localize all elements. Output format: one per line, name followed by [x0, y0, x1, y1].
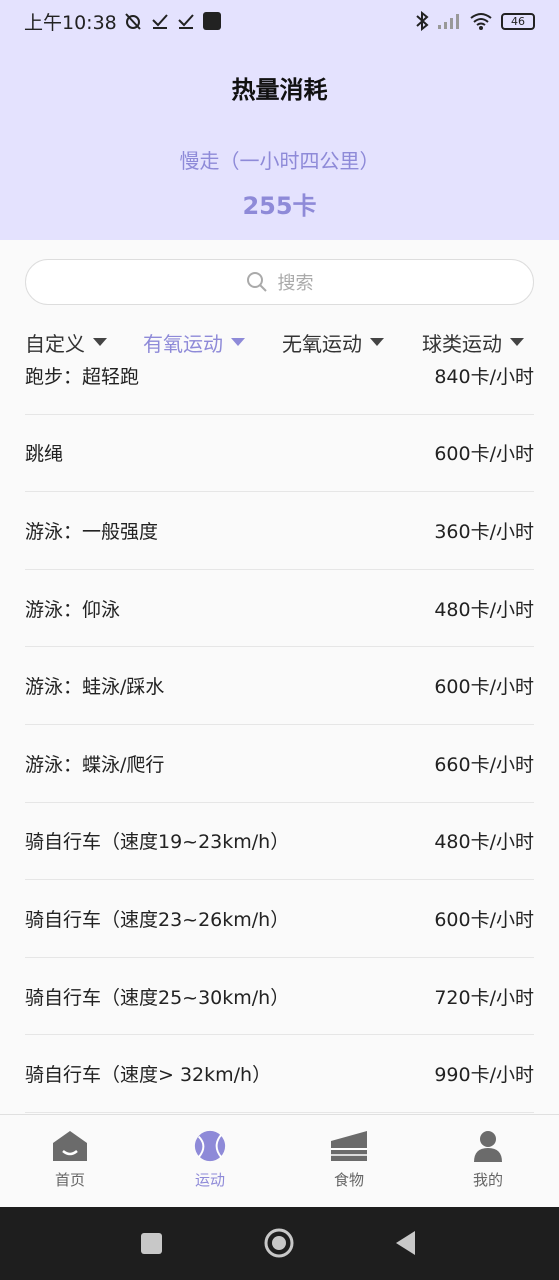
list-item[interactable]: 跑步：超轻跑 840卡/小时: [25, 362, 534, 415]
exercise-name: 骑自行车（速度23~26km/h）: [25, 908, 290, 931]
tab-label: 运动: [194, 1171, 225, 1189]
list-item[interactable]: 游泳：仰泳 480卡/小时: [25, 570, 534, 648]
search-input[interactable]: 搜索: [25, 259, 534, 305]
list-item[interactable]: 骑自行车（速度19~23km/h） 480卡/小时: [25, 803, 534, 881]
tab-home[interactable]: 首页: [30, 1129, 110, 1190]
status-bar: 上午10:38 46: [0, 0, 559, 42]
bottom-tab-bar: 首页 运动 食物 我的: [0, 1114, 559, 1207]
alarm-off-icon: [125, 13, 141, 30]
dropdown-caret-icon: [93, 338, 107, 346]
signal-icon: [438, 14, 459, 29]
app-notification-icon: [202, 12, 221, 30]
exercise-calories: 360卡/小时: [434, 520, 534, 543]
home-button-icon[interactable]: [263, 1227, 295, 1259]
filter-label: 无氧运动: [282, 331, 362, 356]
exercise-calories: 720卡/小时: [434, 986, 534, 1009]
tab-profile[interactable]: 我的: [448, 1129, 528, 1190]
battery-icon: 46: [501, 12, 535, 30]
exercise-name: 骑自行车（速度25~30km/h）: [25, 986, 290, 1009]
home-icon: [53, 1131, 87, 1161]
dropdown-caret-icon: [510, 338, 524, 346]
recents-icon[interactable]: [140, 1232, 163, 1255]
search-icon: [246, 272, 267, 292]
check-icon: [152, 14, 168, 29]
back-icon[interactable]: [395, 1230, 417, 1256]
filter-ball-sports[interactable]: 球类运动: [422, 322, 524, 362]
exercise-name: 骑自行车（速度> 32km/h）: [25, 1064, 272, 1087]
tab-label: 食物: [333, 1171, 364, 1189]
list-item[interactable]: 游泳：蝶泳/爬行 660卡/小时: [25, 725, 534, 803]
tennis-ball-icon: [194, 1130, 226, 1162]
exercise-calories: 480卡/小时: [434, 831, 534, 854]
exercise-list[interactable]: 跑步：超轻跑 840卡/小时 跳绳 600卡/小时 游泳：一般强度 360卡/小时 游…: [25, 362, 534, 1114]
wifi-icon: [470, 13, 492, 30]
exercise-name: 游泳：蛙泳/踩水: [25, 676, 165, 699]
check-icon: [178, 14, 194, 29]
exercise-name: 游泳：仰泳: [25, 598, 121, 621]
list-item[interactable]: 骑自行车（速度> 32km/h） 990卡/小时: [25, 1035, 534, 1113]
tab-food[interactable]: 食物: [309, 1129, 389, 1190]
list-item[interactable]: 骑自行车（速度23~26km/h） 600卡/小时: [25, 880, 534, 958]
search-placeholder: 搜索: [277, 273, 314, 294]
exercise-calories: 660卡/小时: [434, 753, 534, 776]
tab-sports[interactable]: 运动: [170, 1129, 250, 1190]
list-item[interactable]: 骑自行车（速度25~30km/h） 720卡/小时: [25, 958, 534, 1036]
exercise-name: 游泳：一般强度: [25, 520, 159, 543]
exercise-calories: 600卡/小时: [434, 908, 534, 931]
status-time: 上午10:38: [24, 11, 117, 34]
dropdown-caret-icon: [370, 338, 384, 346]
dropdown-caret-icon: [231, 338, 245, 346]
exercise-calories: 840卡/小时: [434, 365, 534, 388]
filter-label: 球类运动: [422, 331, 502, 356]
exercise-name: 跳绳: [25, 443, 64, 466]
bluetooth-icon: [416, 11, 429, 31]
exercise-calories: 600卡/小时: [434, 676, 534, 699]
selected-exercise-calories: 255卡: [242, 192, 317, 220]
category-filter-bar: 自定义 有氧运动 无氧运动 球类运动: [0, 322, 559, 362]
system-navigation-bar: [0, 1207, 559, 1280]
exercise-name: 跑步：超轻跑: [25, 365, 140, 388]
header-section: 上午10:38 46 热量消耗 慢走（一小时四公里） 255卡: [0, 0, 559, 240]
filter-label: 有氧运动: [143, 331, 223, 356]
page-title: 热量消耗: [231, 76, 328, 104]
filter-aerobic[interactable]: 有氧运动: [143, 322, 245, 362]
list-item[interactable]: 游泳：蛙泳/踩水 600卡/小时: [25, 647, 534, 725]
filter-custom[interactable]: 自定义: [25, 322, 107, 362]
filter-anaerobic[interactable]: 无氧运动: [282, 322, 384, 362]
tab-label: 首页: [54, 1171, 85, 1189]
tab-label: 我的: [472, 1171, 503, 1189]
exercise-name: 骑自行车（速度19~23km/h）: [25, 831, 290, 854]
exercise-calories: 990卡/小时: [434, 1064, 534, 1087]
exercise-name: 游泳：蝶泳/爬行: [25, 753, 165, 776]
filter-label: 自定义: [25, 331, 85, 356]
list-item[interactable]: 跳绳 600卡/小时: [25, 415, 534, 493]
list-item[interactable]: 游泳：一般强度 360卡/小时: [25, 492, 534, 570]
user-icon: [474, 1131, 502, 1162]
exercise-calories: 600卡/小时: [434, 443, 534, 466]
exercise-calories: 480卡/小时: [434, 598, 534, 621]
selected-exercise-name: 慢走（一小时四公里）: [179, 149, 380, 173]
cake-icon: [331, 1131, 367, 1161]
